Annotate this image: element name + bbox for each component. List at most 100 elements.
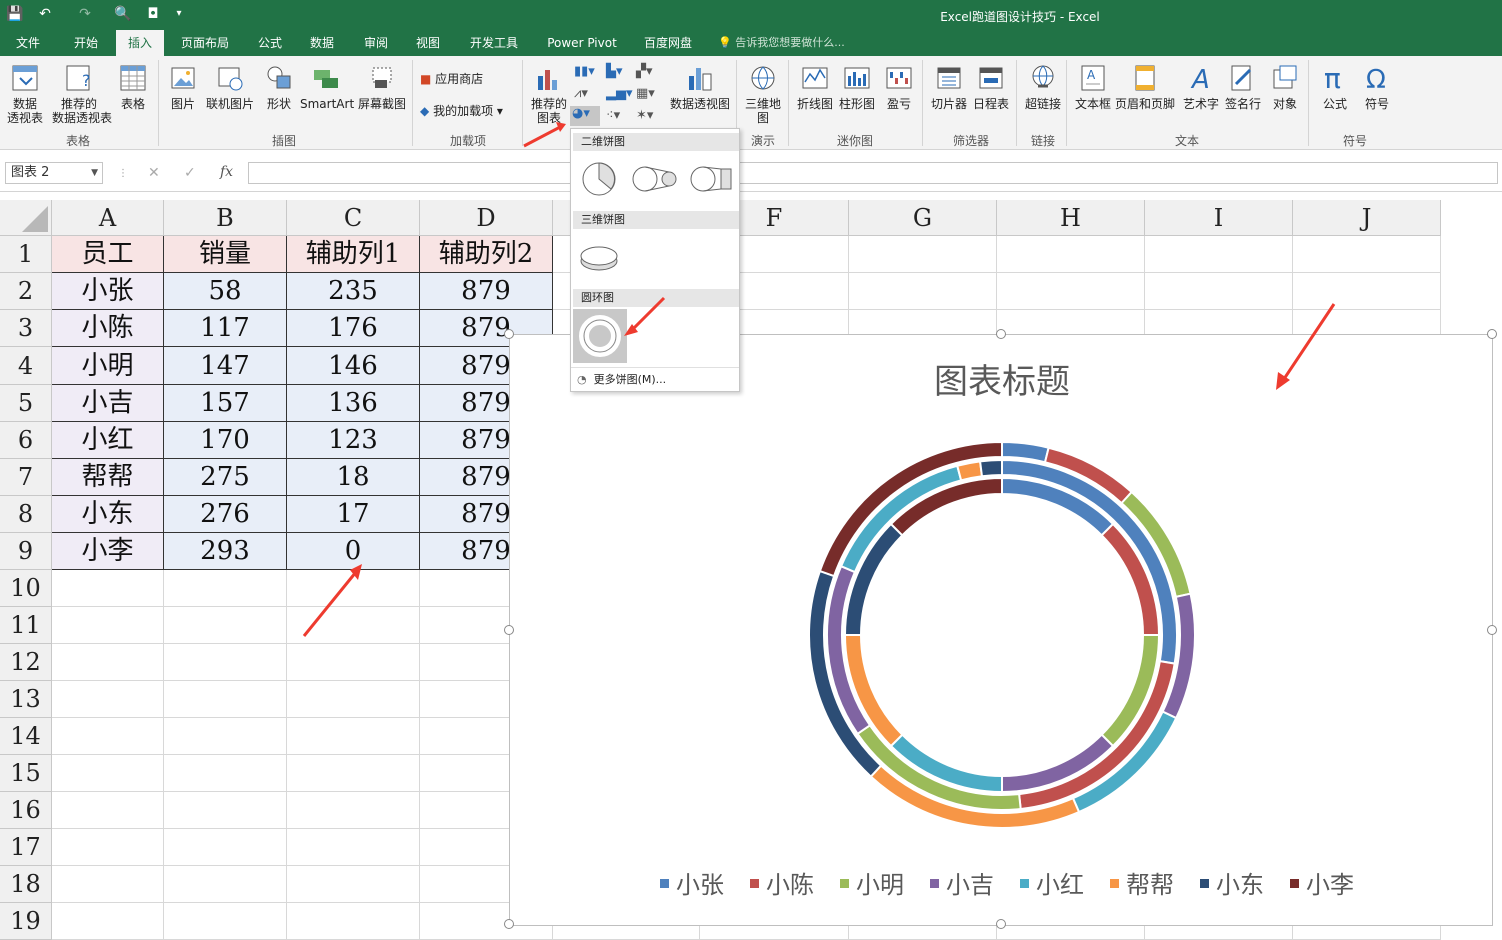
equation-button[interactable]: π 公式: [1312, 60, 1358, 130]
cell[interactable]: 小红: [52, 422, 164, 459]
row-header[interactable]: 1: [0, 236, 52, 273]
cell[interactable]: [287, 718, 420, 755]
doughnut-segment[interactable]: [956, 460, 984, 482]
cell[interactable]: [164, 866, 287, 903]
line-chart-icon[interactable]: ⩘▾: [574, 86, 598, 102]
cell[interactable]: [52, 644, 164, 681]
cell[interactable]: [164, 644, 287, 681]
cell[interactable]: [52, 570, 164, 607]
slicer-button[interactable]: 切片器: [926, 60, 972, 130]
resize-handle[interactable]: [996, 919, 1006, 929]
cell[interactable]: [52, 718, 164, 755]
timeline-button[interactable]: 日程表: [968, 60, 1014, 130]
header-footer-button[interactable]: 页眉和页脚: [1114, 60, 1176, 130]
resize-handle[interactable]: [1487, 625, 1497, 635]
column-header[interactable]: D: [420, 200, 553, 236]
cell[interactable]: [164, 755, 287, 792]
row-header[interactable]: 11: [0, 607, 52, 644]
smartart-button[interactable]: SmartArt: [300, 60, 354, 130]
resize-handle[interactable]: [504, 625, 514, 635]
column-header[interactable]: I: [1145, 200, 1293, 236]
row-header[interactable]: 12: [0, 644, 52, 681]
symbol-button[interactable]: Ω 符号: [1354, 60, 1400, 130]
cell[interactable]: [52, 903, 164, 940]
tab-formulas[interactable]: 公式: [250, 30, 290, 56]
cell[interactable]: [287, 866, 420, 903]
signature-line-button[interactable]: 签名行: [1220, 60, 1266, 130]
cell[interactable]: 销量: [164, 236, 287, 273]
name-box[interactable]: 图表 2 ▼: [5, 162, 103, 184]
column-header[interactable]: H: [997, 200, 1145, 236]
cell[interactable]: 小李: [52, 533, 164, 570]
cell[interactable]: 17: [287, 496, 420, 533]
tab-file[interactable]: 文件: [6, 30, 50, 56]
tab-developer[interactable]: 开发工具: [462, 30, 526, 56]
tab-power-pivot[interactable]: Power Pivot: [540, 30, 624, 56]
cell[interactable]: 157: [164, 385, 287, 422]
redo-icon[interactable]: ↷: [74, 3, 96, 25]
cell[interactable]: [1293, 273, 1441, 310]
cell[interactable]: 879: [420, 273, 553, 310]
3d-map-button[interactable]: 三维地 图: [740, 60, 786, 130]
sparkline-column-button[interactable]: 柱形图: [834, 60, 880, 130]
sparkline-winloss-button[interactable]: 盈亏: [876, 60, 922, 130]
cell[interactable]: [287, 570, 420, 607]
screenshot-button[interactable]: 屏幕截图: [356, 60, 408, 130]
cell[interactable]: 小吉: [52, 385, 164, 422]
cell[interactable]: [287, 792, 420, 829]
chart-title[interactable]: 图表标题: [934, 362, 1070, 402]
cell[interactable]: [164, 903, 287, 940]
cell[interactable]: [164, 829, 287, 866]
recommended-pivot-button[interactable]: ? 推荐的 数据透视表: [52, 60, 112, 130]
cell[interactable]: 员工: [52, 236, 164, 273]
cell[interactable]: [997, 273, 1145, 310]
hyperlink-button[interactable]: 超链接: [1020, 60, 1066, 130]
pivot-chart-button[interactable]: 数据透视图: [668, 60, 732, 130]
picture-button[interactable]: 图片: [160, 60, 206, 130]
row-header[interactable]: 19: [0, 903, 52, 940]
cell[interactable]: [1145, 273, 1293, 310]
column-chart-icon[interactable]: ▮▮▾: [574, 64, 598, 80]
pie-2d-option[interactable]: [579, 161, 619, 197]
cell[interactable]: 辅助列2: [420, 236, 553, 273]
cell[interactable]: [287, 681, 420, 718]
row-header[interactable]: 6: [0, 422, 52, 459]
resize-handle[interactable]: [1487, 329, 1497, 339]
cell[interactable]: [287, 903, 420, 940]
undo-icon[interactable]: ↶: [34, 3, 56, 25]
row-header[interactable]: 8: [0, 496, 52, 533]
customize-icon[interactable]: ▾: [168, 3, 190, 25]
cell[interactable]: 117: [164, 310, 287, 347]
cell[interactable]: 帮帮: [52, 459, 164, 496]
radar-chart-icon[interactable]: ✶▾: [636, 108, 660, 124]
cell[interactable]: [52, 866, 164, 903]
store-button[interactable]: ■ 应用商店: [420, 70, 483, 87]
cell[interactable]: 170: [164, 422, 287, 459]
chevron-down-icon[interactable]: ▼: [91, 163, 98, 183]
cell[interactable]: 小张: [52, 273, 164, 310]
cell[interactable]: 小陈: [52, 310, 164, 347]
doughnut-chart[interactable]: 图表标题 小张 小陈 小明 小吉 小红 帮帮 小东 小李: [504, 329, 1497, 929]
row-header[interactable]: 4: [0, 347, 52, 385]
cell[interactable]: 146: [287, 347, 420, 385]
tab-data[interactable]: 数据: [302, 30, 342, 56]
pie-3d-option[interactable]: [579, 241, 619, 275]
cell[interactable]: 293: [164, 533, 287, 570]
doughnut-option[interactable]: [573, 309, 627, 363]
cell[interactable]: [287, 607, 420, 644]
tab-baidu[interactable]: 百度网盘: [636, 30, 700, 56]
row-header[interactable]: 15: [0, 755, 52, 792]
hierarchy-chart-icon[interactable]: ▙▾: [606, 64, 630, 80]
cell[interactable]: 276: [164, 496, 287, 533]
cancel-icon[interactable]: ✕: [148, 165, 160, 181]
object-button[interactable]: 对象: [1262, 60, 1308, 130]
cell[interactable]: [287, 829, 420, 866]
formula-input[interactable]: [248, 162, 1498, 184]
resize-handle[interactable]: [996, 329, 1006, 339]
cell[interactable]: 136: [287, 385, 420, 422]
wordart-button[interactable]: A 艺术字: [1178, 60, 1224, 130]
row-header[interactable]: 16: [0, 792, 52, 829]
cell[interactable]: [1293, 236, 1441, 273]
resize-handle[interactable]: [504, 919, 514, 929]
save-icon[interactable]: 💾: [4, 3, 26, 25]
